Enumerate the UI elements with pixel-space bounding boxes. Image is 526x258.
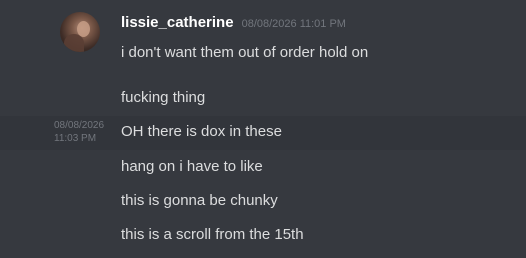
message-header: lissie_catherine 08/08/2026 11:01 PM [121, 14, 346, 34]
message-text: hang on i have to like [121, 158, 263, 175]
message-text: this is gonna be chunky [121, 192, 278, 209]
avatar[interactable] [60, 12, 100, 52]
message-timestamp: 08/08/2026 11:01 PM [241, 18, 346, 30]
message-text: i don't want them out of order hold on [121, 44, 369, 61]
avatar-face [77, 21, 90, 37]
username[interactable]: lissie_catherine [121, 14, 234, 31]
hover-timestamp-time: 11:03 PM [54, 133, 97, 144]
message-text: fucking thing [121, 89, 206, 106]
message-text: this is a scroll from the 15th [121, 226, 304, 243]
chat-message-group: lissie_catherine 08/08/2026 11:01 PM i d… [0, 0, 526, 258]
hover-timestamp-date: 08/08/2026 [54, 120, 105, 131]
message-text: OH there is dox in these [121, 123, 282, 140]
hover-timestamp: 08/08/2026 11:03 PM [54, 119, 104, 145]
